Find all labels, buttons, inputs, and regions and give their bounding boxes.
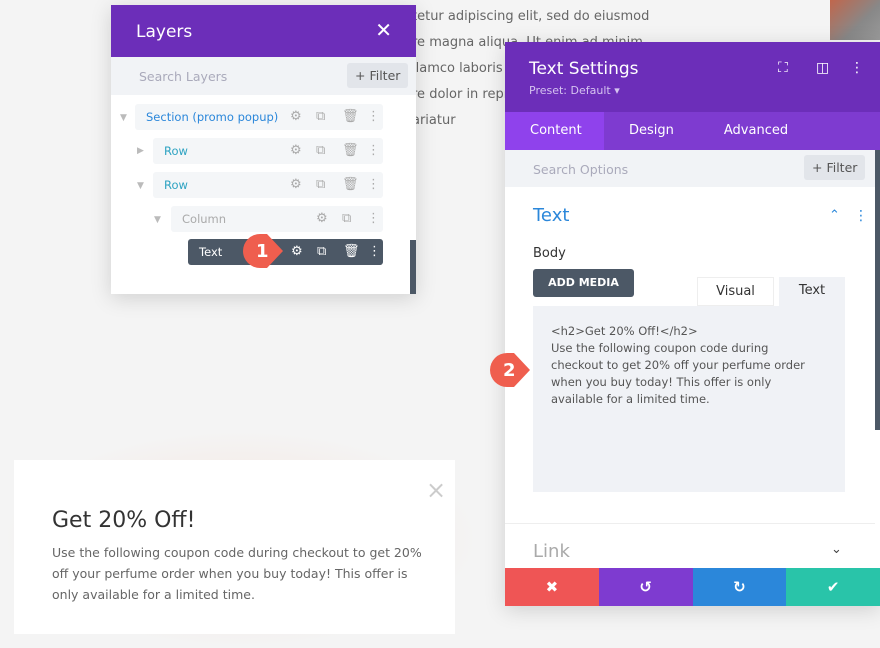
divider (505, 523, 875, 524)
layer-row[interactable]: Row ⚙ ⧉ 🗑 ⋮ (153, 138, 383, 164)
text-tab[interactable]: Text (779, 277, 845, 306)
layer-label: Column (182, 212, 227, 226)
content-line: when you buy today! This offer is only (551, 375, 772, 389)
more-icon[interactable]: ⋮ (367, 177, 380, 192)
undo-button[interactable]: ↺ (598, 568, 693, 606)
check-icon: ✔ (826, 578, 840, 596)
collapse-icon[interactable]: ▼ (154, 215, 161, 225)
duplicate-icon[interactable]: ⧉ (317, 244, 326, 259)
more-icon[interactable]: ⋮ (367, 211, 380, 226)
cancel-button[interactable]: ✖ (505, 568, 599, 606)
link-section-title[interactable]: Link (533, 541, 570, 562)
fullscreen-icon[interactable]: ⛶ (778, 60, 788, 76)
redo-icon: ↻ (733, 578, 746, 596)
undo-icon: ↺ (639, 578, 652, 596)
settings-header: Text Settings Preset: Default ▾ ⛶ ◫ ⋮ (505, 42, 880, 112)
trash-icon[interactable]: 🗑 (343, 244, 360, 259)
content-textarea[interactable]: <h2>Get 20% Off!</h2> Use the following … (533, 306, 845, 492)
bg-text: ariatur (412, 113, 456, 128)
body-label: Body (533, 246, 566, 261)
more-icon[interactable]: ⋮ (367, 109, 380, 124)
layers-header: Layers ✕ (111, 5, 416, 57)
preset-dropdown[interactable]: Preset: Default ▾ (529, 84, 620, 97)
trash-icon[interactable]: 🗑 (342, 109, 359, 124)
layers-filter-button[interactable]: + Filter (347, 63, 409, 88)
chevron-down-icon[interactable]: ⌄ (831, 542, 842, 557)
tab-design[interactable]: Design (604, 112, 699, 150)
more-icon[interactable]: ⋮ (368, 244, 381, 259)
close-icon: ✖ (545, 578, 559, 596)
tab-advanced[interactable]: Advanced (699, 112, 813, 150)
layers-title: Layers (136, 22, 193, 42)
layer-label: Row (164, 144, 188, 158)
redo-button[interactable]: ↻ (692, 568, 787, 606)
gear-icon[interactable]: ⚙ (290, 177, 302, 192)
promo-popup: × Get 20% Off! Use the following coupon … (14, 460, 455, 634)
split-view-icon[interactable]: ◫ (816, 60, 829, 76)
duplicate-icon[interactable]: ⧉ (316, 177, 325, 192)
bg-text: re dolor in repr (412, 87, 510, 102)
background-image (830, 0, 880, 40)
settings-tabs: Content Design Advanced (505, 112, 880, 150)
more-icon[interactable]: ⋮ (854, 208, 868, 224)
content-line: Use the following coupon code during (551, 341, 769, 355)
visual-tab[interactable]: Visual (697, 277, 774, 306)
scrollbar[interactable] (410, 240, 416, 294)
trash-icon[interactable]: 🗑 (342, 177, 359, 192)
content-line: checkout to get 20% off your perfume ord… (551, 358, 805, 372)
layer-column[interactable]: Column ⚙ ⧉ ⋮ (171, 206, 383, 232)
layer-section[interactable]: Section (promo popup) ⚙ ⧉ 🗑 ⋮ (135, 104, 383, 130)
expand-icon[interactable]: ▶ (137, 146, 144, 156)
collapse-icon[interactable]: ▼ (137, 181, 144, 191)
duplicate-icon[interactable]: ⧉ (342, 211, 351, 226)
layer-text-module[interactable]: Text ⚙ ⧉ 🗑 ⋮ (188, 239, 383, 265)
tab-content[interactable]: Content (505, 112, 604, 150)
trash-icon[interactable]: 🗑 (342, 143, 359, 158)
text-section-title[interactable]: Text (533, 205, 569, 226)
chevron-up-icon[interactable]: ⌃ (829, 208, 840, 223)
gear-icon[interactable]: ⚙ (290, 109, 302, 124)
duplicate-icon[interactable]: ⧉ (316, 109, 325, 124)
save-button[interactable]: ✔ (786, 568, 880, 606)
duplicate-icon[interactable]: ⧉ (316, 143, 325, 158)
settings-title: Text Settings (529, 59, 639, 79)
options-filter-button[interactable]: + Filter (804, 155, 866, 180)
more-icon[interactable]: ⋮ (850, 60, 864, 76)
content-line: <h2>Get 20% Off!</h2> (551, 324, 698, 338)
gear-icon[interactable]: ⚙ (290, 143, 302, 158)
content-line: available for a limited time. (551, 392, 710, 406)
settings-footer: ✖ ↺ ↻ ✔ (505, 568, 880, 606)
layer-label: Row (164, 178, 188, 192)
layer-label: Text (199, 245, 223, 259)
more-icon[interactable]: ⋮ (367, 143, 380, 158)
add-media-button[interactable]: ADD MEDIA (533, 269, 634, 297)
gear-icon[interactable]: ⚙ (316, 211, 328, 226)
popup-title: Get 20% Off! (52, 508, 196, 533)
layer-row[interactable]: Row ⚙ ⧉ 🗑 ⋮ (153, 172, 383, 198)
popup-close-icon[interactable]: × (426, 476, 446, 504)
scrollbar[interactable] (875, 150, 880, 430)
layer-label: Section (promo popup) (146, 110, 279, 124)
gear-icon[interactable]: ⚙ (291, 244, 303, 259)
collapse-icon[interactable]: ▼ (120, 113, 127, 123)
popup-body: Use the following coupon code during che… (52, 545, 422, 602)
bg-text: tetur adipiscing elit, sed do eiusmod (412, 9, 650, 24)
close-icon[interactable]: ✕ (375, 18, 392, 42)
bg-text: llamco laboris (412, 61, 503, 76)
text-settings-panel: Text Settings Preset: Default ▾ ⛶ ◫ ⋮ Co… (505, 42, 880, 606)
